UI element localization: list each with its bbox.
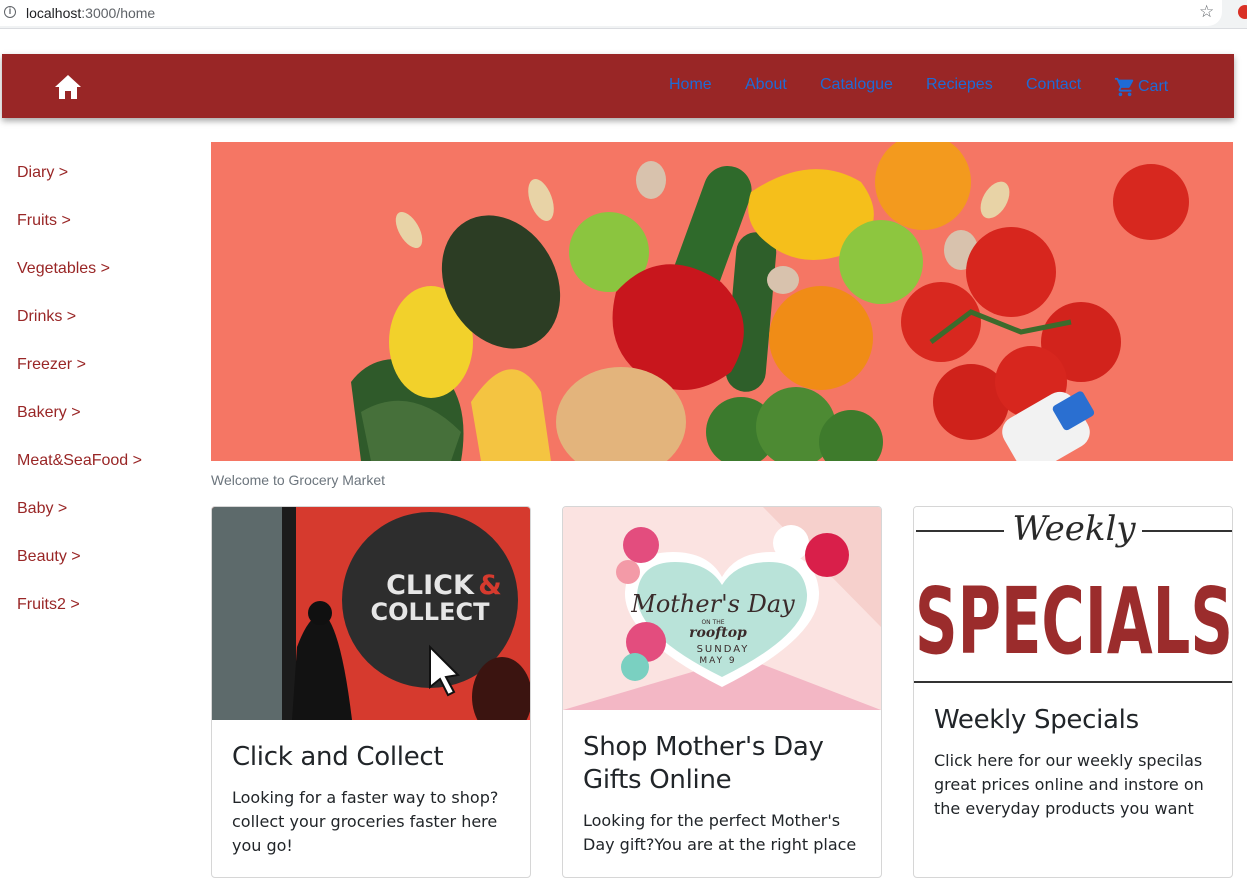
sunday-image-text: SUNDAY — [697, 644, 750, 655]
nav-link-recipes[interactable]: Reciepes — [926, 76, 993, 94]
mothers-day-card[interactable]: Mother's Day ON THE rooftop SUNDAY MAY 9… — [562, 506, 882, 878]
sidebar-item-freezer[interactable]: Freezer > — [17, 356, 86, 374]
card-title: Click and Collect — [232, 742, 444, 772]
nav-link-cart[interactable]: Cart — [1138, 78, 1168, 96]
sidebar-item-drinks[interactable]: Drinks > — [17, 308, 76, 326]
specials-image-text: SPECIALS — [915, 568, 1232, 675]
card-title: Weekly Specials — [934, 705, 1139, 735]
address-bar[interactable]: i localhost:3000/home — [0, 0, 1222, 26]
click-image-text: CLICK — [386, 570, 475, 601]
hero-caption: Welcome to Grocery Market — [211, 472, 386, 488]
info-icon[interactable]: i — [4, 6, 16, 18]
url-text[interactable]: localhost:3000/home — [26, 5, 155, 21]
sidebar-item-diary[interactable]: Diary > — [17, 164, 68, 182]
cart-icon[interactable] — [1114, 76, 1136, 98]
home-icon[interactable] — [54, 74, 82, 100]
sidebar-item-meat-seafood[interactable]: Meat&SeaFood > — [17, 452, 142, 470]
weekly-specials-card[interactable]: Weekly SPECIALS Weekly Specials Click he… — [913, 506, 1233, 878]
weekly-image-text: Weekly — [1012, 509, 1136, 549]
rooftop-image-text: rooftop — [689, 625, 747, 641]
weekly-specials-image: Weekly SPECIALS — [914, 507, 1232, 684]
bookmark-star-icon[interactable]: ☆ — [1199, 3, 1214, 21]
extension-icon[interactable] — [1238, 5, 1247, 19]
click-collect-card[interactable]: CLICK & COLLECT Click and Collect Lookin… — [211, 506, 531, 878]
mothers-day-image: Mother's Day ON THE rooftop SUNDAY MAY 9 — [563, 507, 881, 710]
card-text: Click here for our weekly specilas great… — [934, 751, 1204, 818]
sidebar-item-beauty[interactable]: Beauty > — [17, 548, 81, 566]
nav-link-home[interactable]: Home — [669, 76, 712, 94]
sidebar-item-bakery[interactable]: Bakery > — [17, 404, 81, 422]
card-text: Looking for the perfect Mother's Day gif… — [583, 811, 857, 854]
collect-image-text: COLLECT — [371, 598, 491, 626]
ampersand-image-text: & — [478, 570, 502, 601]
may-image-text: MAY 9 — [699, 656, 736, 666]
sidebar-item-baby[interactable]: Baby > — [17, 500, 67, 518]
mothers-day-image-text: Mother's Day — [630, 590, 795, 618]
nav-link-contact[interactable]: Contact — [1026, 76, 1081, 94]
sidebar-item-vegetables[interactable]: Vegetables > — [17, 260, 110, 278]
top-navbar: Home About Catalogue Reciepes Contact Ca… — [2, 54, 1234, 118]
card-title: Shop Mother's Day Gifts Online — [583, 732, 824, 795]
sidebar-item-fruits[interactable]: Fruits > — [17, 212, 71, 230]
card-text: Looking for a faster way to shop? collec… — [232, 788, 499, 855]
hero-banner-image — [211, 142, 1233, 461]
browser-toolbar: i localhost:3000/home ☆ — [0, 0, 1247, 29]
click-collect-image: CLICK & COLLECT — [212, 507, 530, 720]
nav-link-catalogue[interactable]: Catalogue — [820, 76, 893, 94]
sidebar-item-fruits2[interactable]: Fruits2 > — [17, 596, 80, 614]
nav-link-about[interactable]: About — [745, 76, 787, 94]
